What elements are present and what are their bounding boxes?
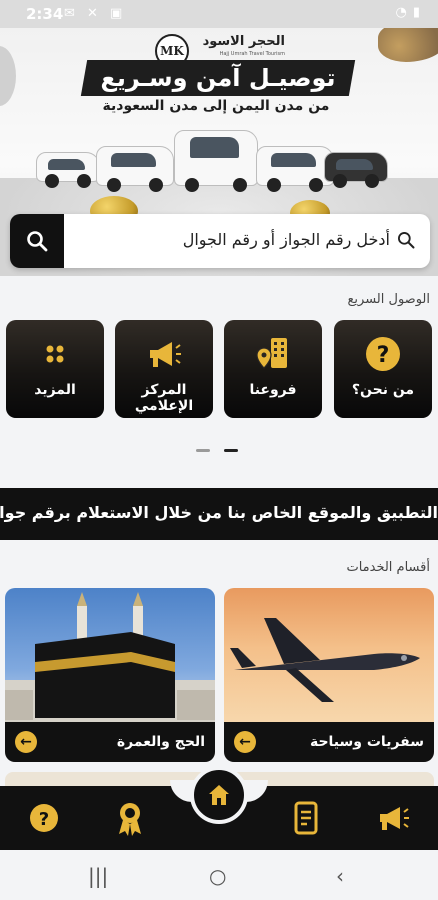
service-label: الحج والعمرة [116,734,205,750]
service-footer: الحج والعمرة ← [5,722,215,762]
quick-access-label: المزيد [34,382,76,398]
car-image [256,146,334,192]
notification-icons: ✉ ✕ ▣ [64,6,127,21]
system-navigation-bar: ||| ○ ‹ [0,850,438,900]
megaphone-icon [150,342,181,367]
pager-dot[interactable] [196,449,210,452]
car-image [174,130,258,192]
home-circle-icon[interactable]: ○ [209,864,226,888]
quick-access-more[interactable]: المزيد [6,320,104,418]
recent-apps-icon[interactable]: ||| [88,864,108,888]
quick-access-label: فروعنا [249,382,297,398]
megaphone-icon[interactable] [374,798,414,838]
svg-text:?: ? [39,809,49,830]
system-status-icons: ◔▮ [396,5,427,20]
quick-access-media-center[interactable]: المركز الإعلامي [115,320,213,418]
status-bar: 2:34 ✉ ✕ ▣ ◔▮ [0,0,438,28]
search-icon [27,231,48,252]
pager-dot-active[interactable] [224,449,238,452]
award-icon[interactable] [110,798,150,838]
svg-text:?: ? [377,343,390,368]
search-button[interactable] [10,214,64,268]
question-icon: ? [366,337,400,371]
arrow-left-icon[interactable]: ← [15,731,37,753]
home-icon [209,785,229,805]
service-label: سفريات وسياحة [309,734,424,750]
service-travel-tourism[interactable]: سفريات وسياحة ← [224,588,434,762]
ticker-text: التطبيق والموقع الخاص بنا من خلال الاستع… [0,503,438,522]
quick-access-label: المركز الإعلامي [134,382,194,414]
document-icon[interactable] [286,798,326,838]
home-button[interactable] [190,766,248,824]
kaaba-icon [5,592,215,722]
car-image [96,146,174,192]
airplane-icon [230,618,420,702]
car-image [36,152,100,188]
banner-subheadline: من مدن اليمن إلى مدن السعودية [102,98,330,114]
quick-access-title: الوصول السريع [347,292,430,307]
logo-subtitle: Hajj Umrah Travel Tourism [219,51,285,57]
search-bar[interactable]: أدخل رقم الجواز أو رقم الجوال [10,214,430,268]
search-input[interactable]: أدخل رقم الجواز أو رقم الجوال [72,214,390,268]
banner-headline-box: توصيـل آمن وسـريع [80,60,356,96]
back-icon[interactable]: ‹ [336,864,344,888]
question-icon[interactable]: ? [24,798,64,838]
decoration-left [0,46,16,106]
search-icon [398,232,415,249]
branch-location-icon [256,338,287,369]
car-image [324,152,388,188]
quick-access-branches[interactable]: فروعنا [224,320,322,418]
banner-headline: توصيـل آمن وسـريع [100,64,336,92]
quick-access-label: من نحن؟ [351,382,415,398]
service-footer: سفريات وسياحة ← [224,722,434,762]
service-hajj-umrah[interactable]: الحج والعمرة ← [5,588,215,762]
quick-access-about[interactable]: ? من نحن؟ [334,320,432,418]
battery-icon: ▮ [412,5,426,20]
status-time: 2:34 [26,5,64,23]
logo-name: الحجر الاسود [202,34,285,49]
wifi-icon: ◔ [395,5,413,20]
services-title: أقسام الخدمات [346,560,430,575]
decoration-right [378,28,438,62]
news-ticker: التطبيق والموقع الخاص بنا من خلال الاستع… [0,488,438,540]
arrow-left-icon[interactable]: ← [234,731,256,753]
more-dots-icon [46,345,64,363]
